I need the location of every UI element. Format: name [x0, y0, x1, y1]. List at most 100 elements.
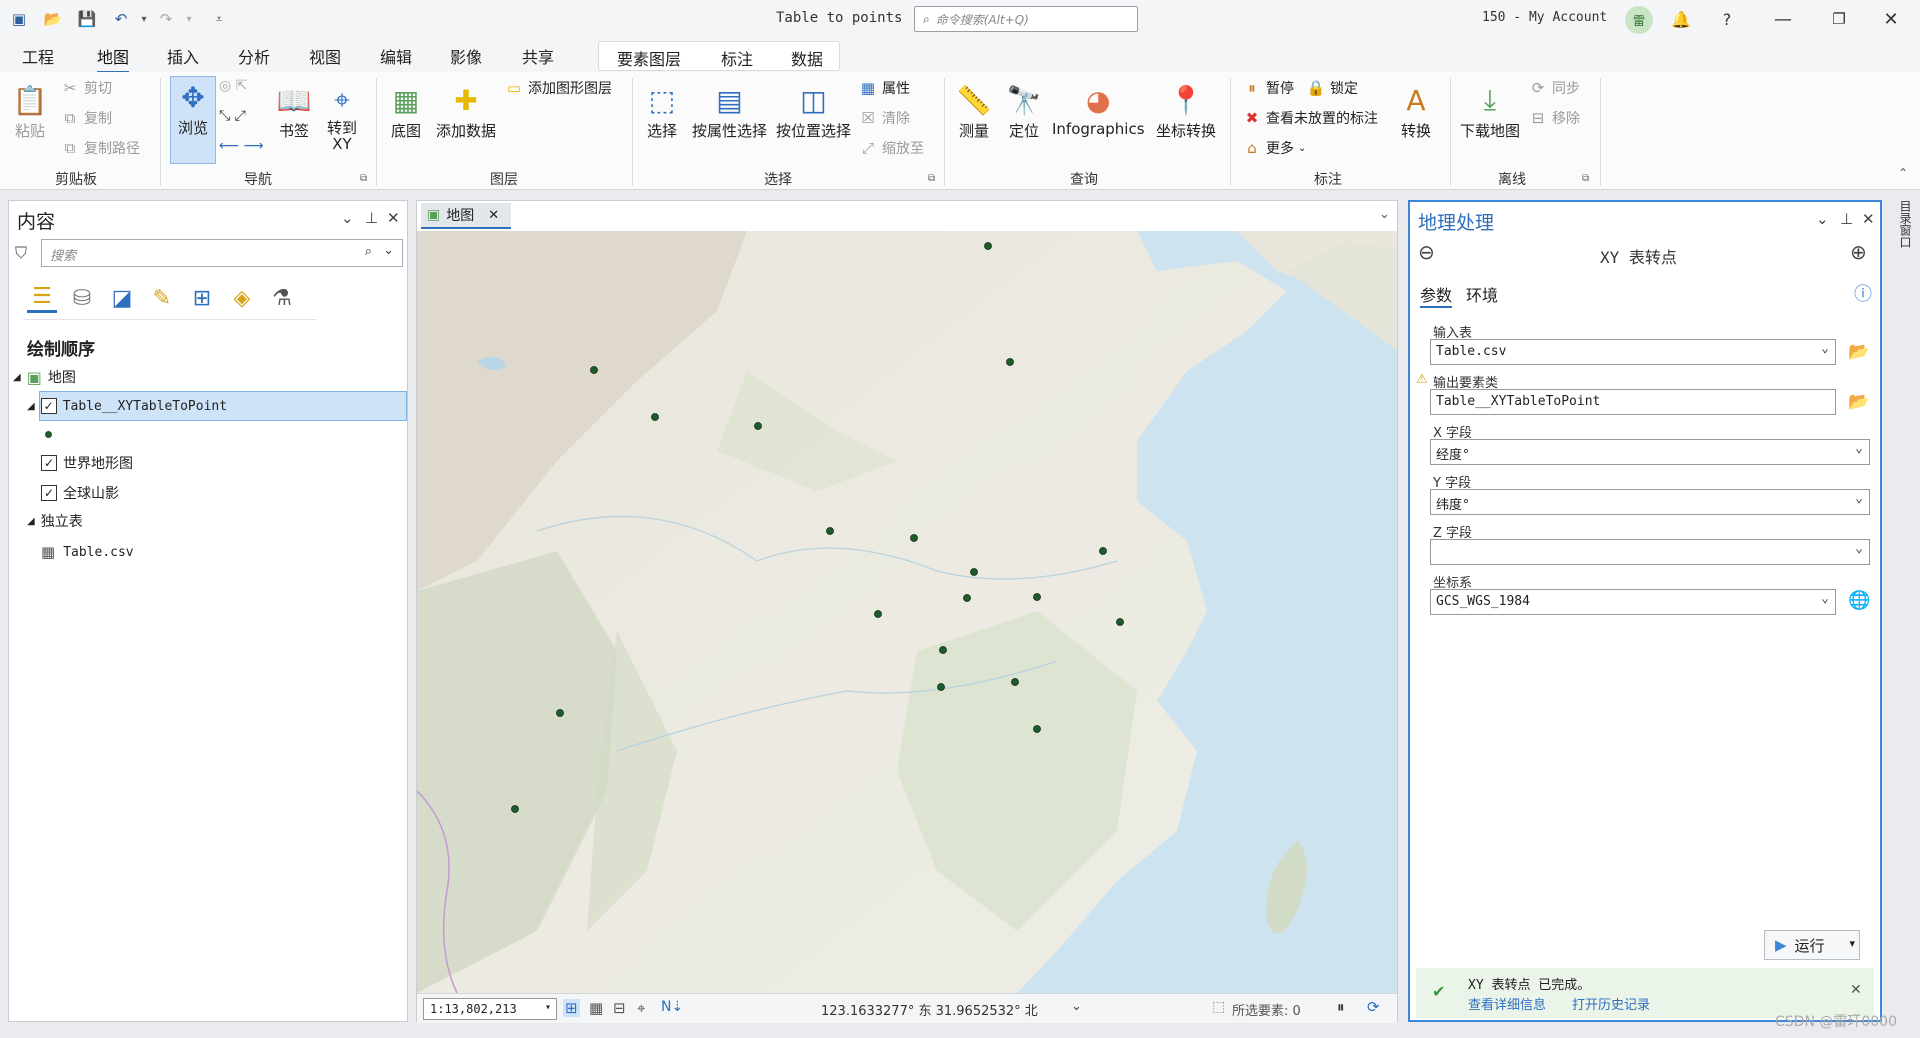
- notification-bell-icon[interactable]: 🔔: [1666, 6, 1696, 32]
- zoom-fixed-icon[interactable]: ⤡ ⤢: [219, 108, 246, 124]
- map-point[interactable]: [826, 527, 834, 535]
- copy-button[interactable]: ⧉ 复制: [60, 108, 112, 128]
- help-icon[interactable]: ⓘ: [1854, 280, 1872, 306]
- map-point[interactable]: [970, 568, 978, 576]
- list-by-data-source-icon[interactable]: ⛁: [67, 283, 97, 313]
- lock-labels-button[interactable]: 🔒 锁定: [1306, 78, 1358, 98]
- tab-map[interactable]: 地图: [97, 44, 130, 74]
- new-project-icon[interactable]: ▣: [8, 9, 30, 29]
- chevron-down-icon[interactable]: ⌄: [1816, 210, 1829, 228]
- bookmarks-button[interactable]: 📖 书签: [274, 80, 314, 141]
- tab-data[interactable]: 数据: [791, 46, 823, 70]
- cut-button[interactable]: ✂ 剪切: [60, 78, 112, 98]
- redo-icon[interactable]: ↷: [155, 9, 177, 29]
- map-point[interactable]: [910, 534, 918, 542]
- save-icon[interactable]: 💾: [76, 9, 98, 29]
- list-by-drawing-order-icon[interactable]: ☰: [27, 283, 57, 313]
- paste-button[interactable]: 📋 粘贴: [10, 80, 50, 141]
- tab-imagery[interactable]: 影像: [450, 44, 482, 68]
- standalone-tables-node[interactable]: ◢ 独立表: [27, 511, 83, 531]
- account-label[interactable]: 150 - My Account: [1482, 10, 1607, 25]
- basemap-button[interactable]: ▦ 底图: [386, 80, 426, 141]
- y-field-dropdown[interactable]: 纬度°: [1430, 489, 1870, 515]
- layer-row-xy-points[interactable]: ◢ ✓ Table__XYTableToPoint: [27, 398, 227, 414]
- view-details-link[interactable]: 查看详细信息: [1468, 994, 1546, 1013]
- expand-triangle-icon[interactable]: ◢: [13, 372, 21, 383]
- remove-button[interactable]: ⊟ 移除: [1528, 108, 1580, 128]
- list-by-editing-icon[interactable]: ✎: [147, 283, 177, 313]
- crosshair-icon[interactable]: ⌖: [637, 999, 645, 1017]
- folder-icon[interactable]: 📂: [1848, 392, 1869, 412]
- grid-icon[interactable]: ▦: [589, 999, 603, 1017]
- close-icon[interactable]: ✕: [387, 209, 400, 227]
- list-by-snapping-icon[interactable]: ⊞: [187, 283, 217, 313]
- explore-button[interactable]: ✥ 浏览: [170, 76, 216, 164]
- restore-icon[interactable]: ❐: [1824, 6, 1854, 32]
- folder-icon[interactable]: 📂: [1848, 342, 1869, 362]
- convert-coordinates-button[interactable]: 📍 坐标转换: [1156, 80, 1216, 141]
- map-tree-node[interactable]: ◢ ▣ 地图: [13, 367, 76, 387]
- copy-path-button[interactable]: ⧉ 复制路径: [60, 138, 140, 158]
- list-by-selection-icon[interactable]: ◪: [107, 283, 137, 313]
- sync-button[interactable]: ⟳ 同步: [1528, 78, 1580, 98]
- select-by-location-button[interactable]: ◫ 按位置选择: [776, 80, 851, 141]
- infographics-button[interactable]: ◕ Infographics: [1052, 80, 1145, 139]
- map-point[interactable]: [590, 366, 598, 374]
- tab-view[interactable]: 视图: [309, 44, 341, 68]
- tab-project[interactable]: 工程: [22, 44, 54, 68]
- customize-icon[interactable]: ⩡: [208, 9, 230, 29]
- chevron-down-icon[interactable]: ⌄: [1071, 999, 1082, 1014]
- tab-insert[interactable]: 插入: [167, 44, 199, 68]
- pin-icon[interactable]: ⊥: [365, 209, 378, 227]
- layer-row-world-topo[interactable]: ✓ 世界地形图: [41, 453, 133, 473]
- avatar[interactable]: 雷: [1625, 6, 1653, 34]
- back-arrow-icon[interactable]: ⊖: [1418, 240, 1435, 264]
- close-icon[interactable]: ✕: [1862, 210, 1875, 228]
- layer-visibility-checkbox[interactable]: ✓: [40, 398, 57, 414]
- map-point[interactable]: [939, 646, 947, 654]
- zoom-to-button[interactable]: ⤢ 缩放至: [858, 138, 924, 158]
- tab-environments[interactable]: 环境: [1466, 282, 1498, 306]
- open-project-icon[interactable]: 📂: [42, 9, 64, 29]
- map-point[interactable]: [1011, 678, 1019, 686]
- x-field-dropdown[interactable]: 经度°: [1430, 439, 1870, 465]
- full-extent-icon[interactable]: ◎ ⇱: [219, 78, 247, 94]
- command-search-input[interactable]: ⌕ 命令搜索(Alt+Q): [914, 6, 1138, 32]
- table-row-csv[interactable]: ▦ Table.csv: [41, 543, 134, 561]
- fixed-scale-icon[interactable]: ⊞: [563, 999, 580, 1017]
- filter-icon[interactable]: ⛉: [15, 243, 27, 263]
- map-point[interactable]: [1099, 547, 1107, 555]
- run-button[interactable]: ▶ 运行 ▾: [1764, 930, 1860, 960]
- tab-feature-layer[interactable]: 要素图层: [617, 46, 681, 70]
- layer-row-hillshade[interactable]: ✓ 全球山影: [41, 483, 119, 503]
- expand-triangle-icon[interactable]: ◢: [27, 516, 35, 527]
- open-history-link[interactable]: 打开历史记录: [1572, 994, 1650, 1013]
- map-point[interactable]: [511, 805, 519, 813]
- undo-icon[interactable]: ↶: [110, 9, 132, 29]
- tab-share[interactable]: 共享: [522, 44, 554, 68]
- convert-labels-button[interactable]: A 转换: [1396, 80, 1436, 141]
- globe-icon[interactable]: 🌐: [1848, 590, 1870, 611]
- layer-visibility-checkbox[interactable]: ✓: [41, 485, 57, 501]
- more-labeling-button[interactable]: ⌂ 更多 ⌄: [1242, 138, 1306, 158]
- goto-xy-button[interactable]: ⌖ 转到 XY: [322, 80, 362, 153]
- z-field-dropdown[interactable]: [1430, 539, 1870, 565]
- catalog-side-tab[interactable]: 目录窗口: [1888, 196, 1914, 260]
- snapping-icon[interactable]: ⊟: [613, 999, 626, 1017]
- pin-icon[interactable]: ⊥: [1840, 210, 1853, 228]
- list-by-labeling-icon[interactable]: ◈: [227, 283, 257, 313]
- locate-button[interactable]: 🔭 定位: [1004, 80, 1044, 141]
- dialog-launcher-icon[interactable]: ⧉: [1582, 173, 1589, 184]
- attributes-button[interactable]: ▦ 属性: [858, 78, 910, 98]
- close-icon[interactable]: ✕: [1850, 982, 1862, 998]
- expand-triangle-icon[interactable]: ◢: [27, 401, 35, 412]
- minimize-icon[interactable]: —: [1768, 6, 1798, 32]
- map-point[interactable]: [1116, 618, 1124, 626]
- north-arrow-icon[interactable]: N⇣: [661, 999, 683, 1015]
- collapse-ribbon-icon[interactable]: ⌃: [1898, 166, 1908, 180]
- tab-edit[interactable]: 编辑: [380, 44, 412, 68]
- map-point[interactable]: [1006, 358, 1014, 366]
- map-point[interactable]: [556, 709, 564, 717]
- dialog-launcher-icon[interactable]: ⧉: [360, 173, 367, 184]
- map-point[interactable]: [984, 242, 992, 250]
